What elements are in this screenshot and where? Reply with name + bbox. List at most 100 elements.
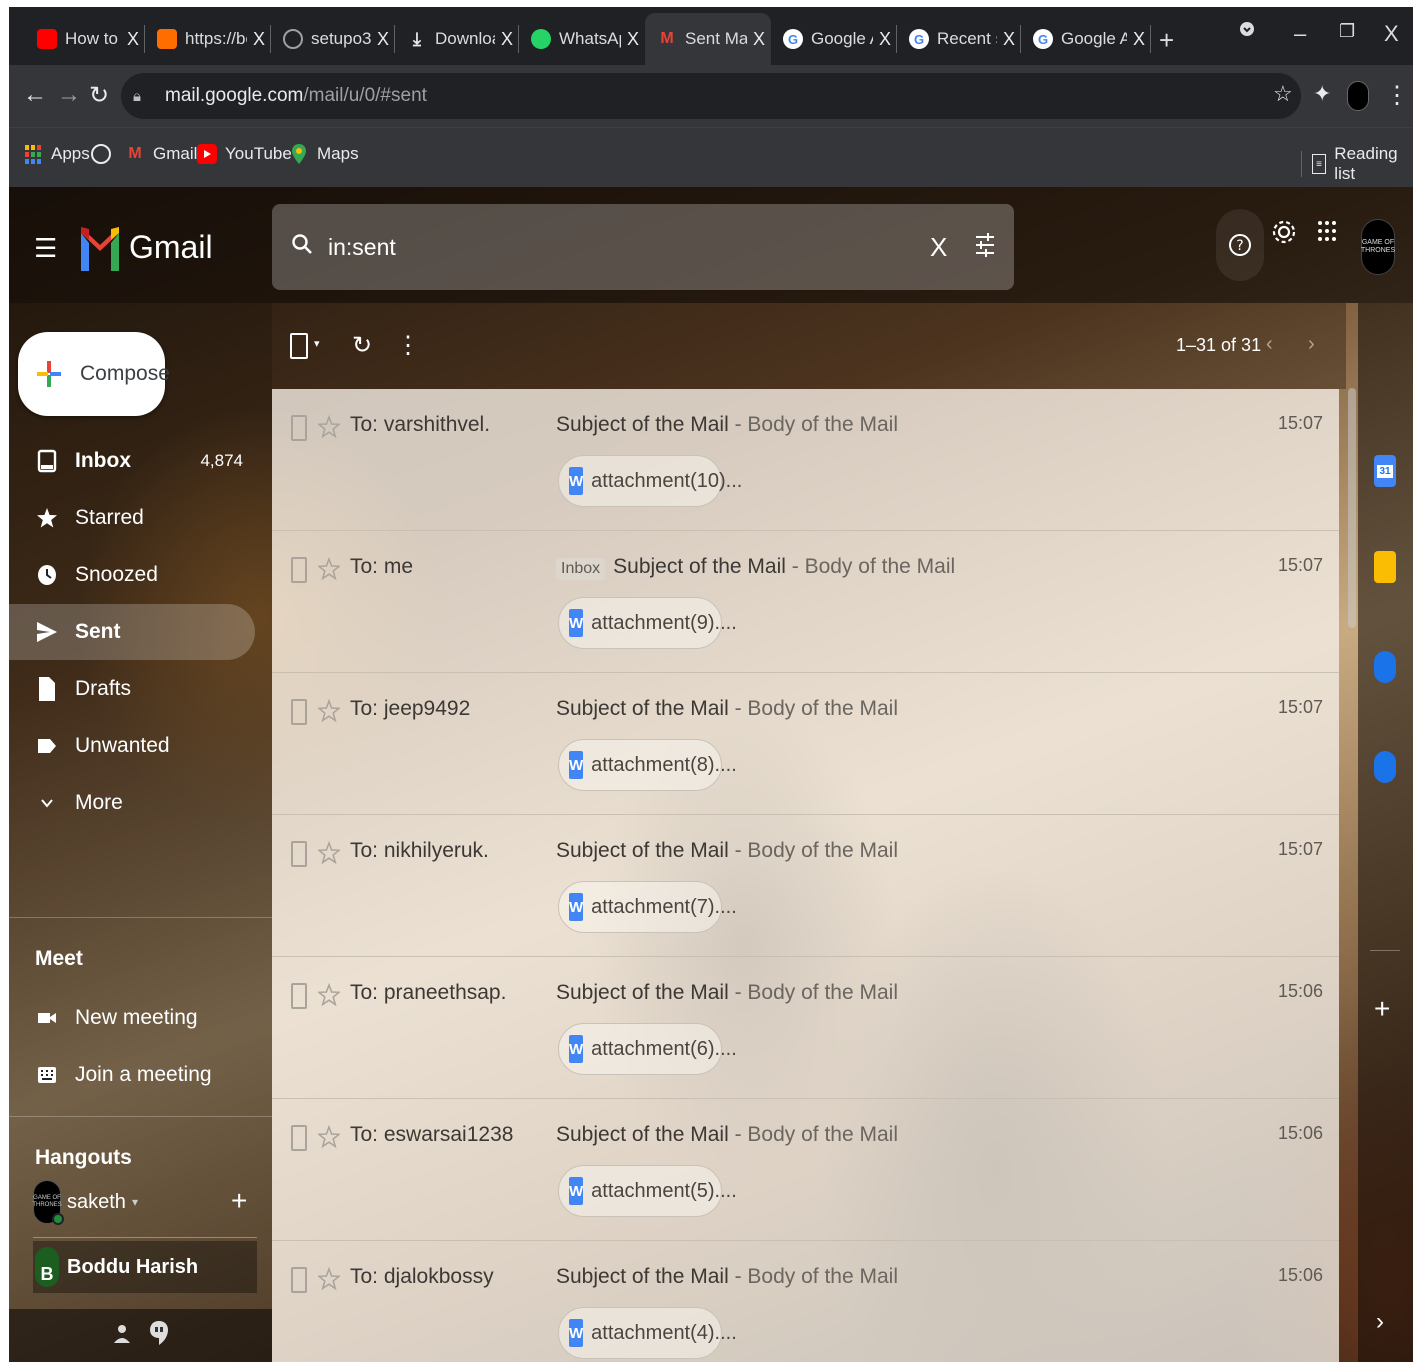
keep-icon[interactable] [1374, 551, 1396, 583]
close-tab-icon[interactable]: X [371, 29, 395, 50]
bookmark-star-icon[interactable]: ☆ [1273, 81, 1293, 107]
new-tab-button[interactable]: + [1159, 25, 1174, 56]
browser-tab[interactable]: setupo365X [271, 13, 395, 65]
close-tab-icon[interactable]: X [997, 29, 1021, 50]
forward-button[interactable]: → [57, 81, 81, 109]
next-page-icon[interactable]: › [1308, 333, 1315, 356]
star-icon[interactable] [318, 1124, 340, 1150]
row-checkbox[interactable] [291, 415, 307, 441]
account-avatar[interactable]: GAME OF THRONES [1361, 219, 1395, 275]
row-checkbox[interactable] [291, 699, 307, 725]
browser-tab[interactable]: G Recent secX [897, 13, 1021, 65]
browser-menu-icon[interactable]: ⋮ [1385, 81, 1409, 110]
reload-button[interactable]: ↻ [89, 81, 109, 110]
attachment-chip[interactable]: Wattachment(6).... [558, 1023, 737, 1075]
nav-item-sent[interactable]: Sent [9, 604, 255, 660]
hangouts-user[interactable]: GAME OF THRONES saketh ▾ [32, 1180, 138, 1225]
star-icon[interactable] [318, 414, 340, 440]
scroll-thumb[interactable] [1348, 388, 1356, 628]
google-apps-icon[interactable] [1317, 217, 1337, 245]
search-options-icon[interactable] [974, 232, 996, 258]
row-checkbox[interactable] [291, 557, 307, 583]
attachment-chip[interactable]: Wattachment(4).... [558, 1307, 737, 1359]
star-icon[interactable] [318, 840, 340, 866]
close-tab-icon[interactable]: X [247, 29, 271, 50]
calendar-icon[interactable]: 31 [1374, 455, 1396, 487]
refresh-icon[interactable]: ↻ [352, 331, 372, 360]
prev-page-icon[interactable]: ‹ [1266, 333, 1273, 356]
bookmark-item[interactable]: Maps [289, 144, 359, 164]
select-dropdown-icon[interactable]: ▾ [314, 337, 320, 350]
person-icon[interactable] [113, 1323, 131, 1345]
gmail-logo-icon[interactable] [79, 223, 121, 273]
get-addons-icon[interactable]: + [1374, 993, 1390, 1025]
close-tab-icon[interactable]: X [873, 29, 897, 50]
bookmark-item[interactable]: M Gmail [125, 144, 197, 164]
mail-row[interactable]: To: jeep9492 Subject of the Mail - Body o… [272, 673, 1339, 815]
browser-tab[interactable]: https://besX [145, 13, 271, 65]
minimize-button[interactable]: – [1294, 21, 1306, 47]
back-button[interactable]: ← [23, 81, 47, 109]
mail-row[interactable]: To: praneethsap. Subject of the Mail - Bo… [272, 957, 1339, 1099]
bookmark-item[interactable]: YouTube [197, 144, 292, 164]
mail-row[interactable]: To: nikhilyeruk. Subject of the Mail - Bo… [272, 815, 1339, 957]
mail-row[interactable]: To: varshithvel. Subject of the Mail - Bo… [272, 389, 1339, 531]
nav-item-more[interactable]: More [9, 775, 255, 831]
attachment-chip[interactable]: Wattachment(5).... [558, 1165, 737, 1217]
row-checkbox[interactable] [291, 841, 307, 867]
browser-tab[interactable]: WhatsAppX [519, 13, 645, 65]
browser-tab[interactable]: How to geX [25, 13, 145, 65]
address-bar[interactable]: 🔒︎ mail.google.com/mail/u/0/#sent [121, 73, 1301, 119]
expand-side-panel-icon[interactable]: › [1376, 1308, 1384, 1336]
help-icon[interactable]: ? [1216, 209, 1264, 281]
nav-item-snoozed[interactable]: Snoozed [9, 547, 255, 603]
star-icon[interactable] [318, 556, 340, 582]
bookmark-item[interactable]: Apps [23, 144, 90, 164]
scrollbar[interactable] [1346, 303, 1358, 1362]
main-menu-icon[interactable]: ☰ [34, 233, 57, 264]
browser-tab[interactable]: M Sent Mail -X [645, 13, 771, 65]
close-tab-icon[interactable]: X [1127, 29, 1151, 50]
nav-item-inbox[interactable]: Inbox 4,874 [9, 433, 255, 489]
new-meeting-link[interactable]: New meeting [9, 990, 255, 1046]
mail-row[interactable]: To: djalokbossy Subject of the Mail - Bod… [272, 1241, 1339, 1362]
close-tab-icon[interactable]: X [747, 29, 771, 50]
tasks-icon[interactable] [1374, 651, 1396, 683]
browser-tab[interactable]: G Google AcX [771, 13, 897, 65]
browser-tab[interactable]: G Google AcX [1021, 13, 1151, 65]
row-checkbox[interactable] [291, 1267, 307, 1293]
add-hangout-icon[interactable]: + [231, 1185, 247, 1217]
close-tab-icon[interactable]: X [621, 29, 645, 50]
more-options-icon[interactable]: ⋮ [396, 331, 420, 360]
hangouts-chat-icon[interactable] [149, 1319, 169, 1349]
close-window-button[interactable]: X [1384, 21, 1399, 47]
row-checkbox[interactable] [291, 1125, 307, 1151]
close-tab-icon[interactable]: X [121, 29, 145, 50]
compose-button[interactable]: Compose [18, 332, 170, 416]
join-meeting-link[interactable]: Join a meeting [9, 1047, 255, 1103]
star-icon[interactable] [318, 1266, 340, 1292]
browser-tab[interactable]: ⤓ DownloadX [395, 13, 519, 65]
attachment-chip[interactable]: Wattachment(8).... [558, 739, 737, 791]
inbox-label-badge[interactable]: Inbox [556, 558, 606, 580]
nav-item-unwanted[interactable]: Unwanted [9, 718, 255, 774]
settings-gear-icon[interactable] [1271, 217, 1297, 247]
star-icon[interactable] [318, 698, 340, 724]
search-icon[interactable] [290, 232, 314, 256]
search-bar[interactable]: X [272, 204, 1014, 290]
attachment-chip[interactable]: Wattachment(10)... [558, 455, 742, 507]
row-checkbox[interactable] [291, 983, 307, 1009]
extensions-icon[interactable]: ✦ [1313, 81, 1331, 107]
attachment-chip[interactable]: Wattachment(7).... [558, 881, 737, 933]
tab-search-icon[interactable] [1239, 21, 1255, 37]
nav-item-starred[interactable]: Starred [9, 490, 255, 546]
bookmark-item[interactable] [91, 144, 119, 164]
hangouts-contact[interactable]: B Boddu Harish [33, 1241, 257, 1293]
mail-row[interactable]: To: eswarsai1238 Subject of the Mail - Bo… [272, 1099, 1339, 1241]
restore-button[interactable]: ❐ [1339, 21, 1355, 42]
search-input[interactable] [328, 234, 888, 261]
profile-avatar[interactable] [1347, 81, 1369, 111]
nav-item-drafts[interactable]: Drafts [9, 661, 255, 717]
close-tab-icon[interactable]: X [495, 29, 519, 50]
attachment-chip[interactable]: Wattachment(9).... [558, 597, 737, 649]
